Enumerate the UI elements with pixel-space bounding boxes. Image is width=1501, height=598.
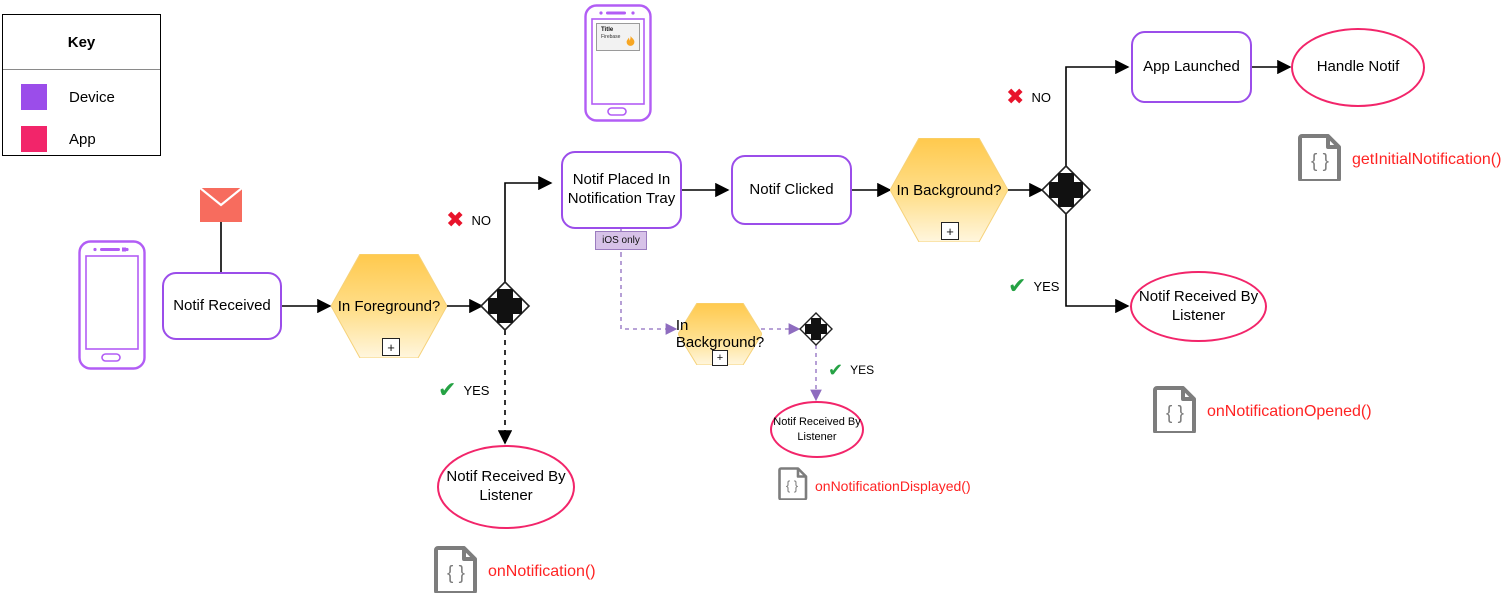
condition-label: NO (1031, 89, 1051, 105)
expand-plus-icon[interactable]: + (382, 338, 400, 356)
key-title: Key (3, 15, 160, 70)
key-item-label: App (69, 130, 96, 148)
node-notif-placed-in-tray[interactable]: Notif Placed In Notification Tray (561, 151, 682, 229)
check-icon: ✔ (828, 360, 844, 380)
check-icon: ✔ (1008, 273, 1027, 298)
code-file-icon: { } (434, 546, 479, 598)
condition-foreground-no: ✖ NO (446, 209, 491, 231)
gateway-ios-background (799, 312, 833, 346)
condition-ios-background-yes: ✔ YES (828, 361, 874, 379)
node-label-line2: Listener (797, 430, 837, 443)
annotation-label: getInitialNotification() (1352, 151, 1501, 168)
gateway-background (1040, 164, 1092, 216)
node-notif-received[interactable]: Notif Received (162, 272, 282, 340)
flame-icon (626, 33, 635, 46)
ios-only-badge: iOS only (595, 231, 647, 250)
key-item-app: App (21, 126, 160, 152)
node-label-line2: Notification Tray (567, 190, 676, 207)
node-handle-notif[interactable]: Handle Notif (1291, 28, 1425, 107)
condition-background-yes: ✔ YES (1008, 275, 1059, 297)
node-label: App Launched (1143, 57, 1240, 75)
code-file-icon: { } (778, 467, 808, 505)
svg-text:{ }: { } (1311, 151, 1329, 172)
node-listener-ios-displayed[interactable]: Notif Received By Listener (770, 401, 864, 458)
node-label: Notif Received (173, 296, 271, 314)
code-file-icon: { } (1153, 386, 1198, 438)
cross-icon: ✖ (1006, 84, 1025, 109)
node-label-line2: Listener (479, 487, 533, 504)
expand-plus-icon[interactable]: + (712, 350, 728, 366)
check-icon: ✔ (438, 377, 457, 402)
cross-icon: ✖ (446, 207, 465, 232)
envelope-icon (199, 187, 243, 227)
key-legend: Key Device App (2, 14, 161, 156)
device-color-swatch (21, 84, 47, 110)
condition-background-no: ✖ NO (1006, 86, 1051, 108)
node-label-line1: Notif Received By (1138, 287, 1259, 305)
node-listener-foreground[interactable]: Notif Received By Listener (437, 445, 575, 529)
node-label-line2: Listener (1171, 306, 1226, 324)
node-notif-clicked[interactable]: Notif Clicked (731, 155, 852, 225)
code-file-icon: { } (1298, 134, 1343, 186)
condition-label: YES (463, 382, 490, 398)
decision-in-background-ios[interactable]: In Background? + (676, 303, 764, 366)
annotation-on-notification-displayed: { } onNotificationDisplayed() (778, 467, 971, 505)
node-label-line1: Notif Received By (773, 416, 861, 429)
node-label-line1: Notif Placed In (572, 171, 671, 189)
condition-label: YES (1033, 278, 1060, 294)
phone-with-notification: Title Firebase (584, 4, 652, 127)
annotation-get-initial-notification: { } getInitialNotification() (1298, 134, 1501, 186)
ios-only-label: iOS only (602, 235, 640, 246)
annotation-label: onNotificationOpened() (1207, 403, 1372, 420)
annotation-label: onNotificationDisplayed() (815, 478, 971, 494)
node-label: Handle Notif (1316, 58, 1400, 76)
key-item-device: Device (21, 84, 160, 110)
node-listener-opened[interactable]: Notif Received By Listener (1130, 271, 1267, 342)
empty-phone (78, 240, 146, 375)
condition-foreground-yes: ✔ YES (438, 379, 489, 401)
annotation-on-notification: { } onNotification() (434, 546, 596, 598)
expand-plus-icon[interactable]: + (941, 222, 959, 240)
decision-in-foreground[interactable]: In Foreground? + (331, 254, 447, 358)
condition-label: NO (471, 212, 491, 228)
annotation-on-notification-opened: { } onNotificationOpened() (1153, 386, 1372, 438)
svg-text:{ }: { } (447, 563, 465, 584)
gateway-foreground (479, 280, 531, 332)
svg-text:{ }: { } (1166, 403, 1184, 424)
annotation-label: onNotification() (488, 563, 596, 580)
condition-label: YES (850, 363, 875, 377)
key-item-label: Device (69, 88, 115, 106)
notification-card[interactable]: Title Firebase (596, 23, 640, 51)
app-color-swatch (21, 126, 47, 152)
node-app-launched[interactable]: App Launched (1131, 31, 1252, 103)
node-label: Notif Clicked (749, 180, 834, 198)
node-label-line1: Notif Received By (446, 468, 566, 486)
decision-in-background[interactable]: In Background? + (890, 138, 1008, 242)
svg-text:{ }: { } (786, 478, 799, 493)
